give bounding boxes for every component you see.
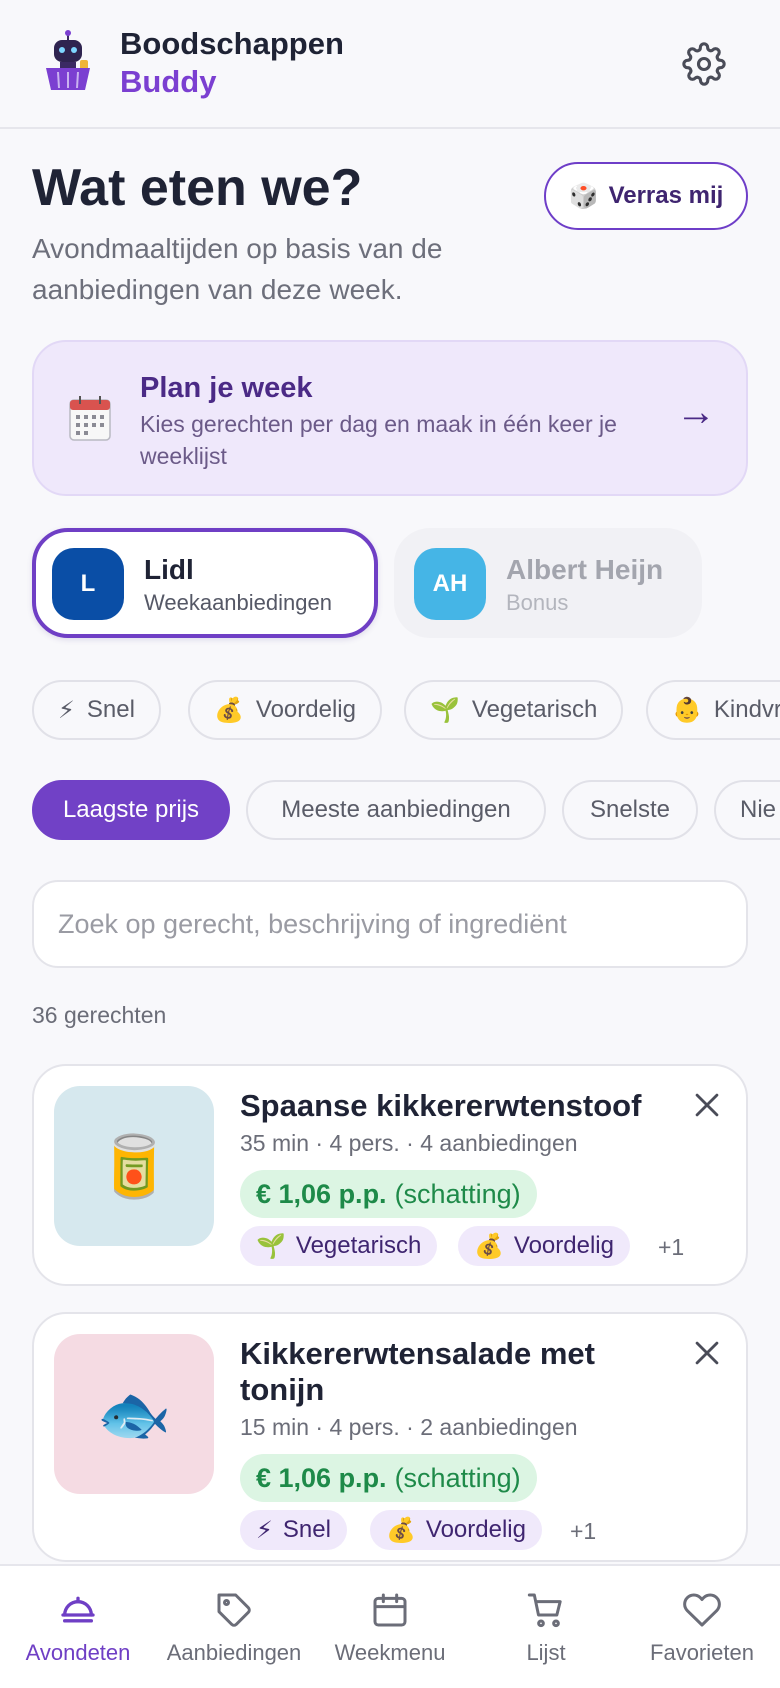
bottom-tab-bar: Avondeten Aanbiedingen Weekmenu Lijst Fa… bbox=[0, 1564, 780, 1688]
robot-basket-logo-icon bbox=[46, 30, 90, 90]
plan-week-description: Kies gerechten per dag en maak in één ke… bbox=[140, 411, 617, 469]
price-value: € 1,06 p.p. bbox=[256, 1178, 387, 1209]
arrow-right-icon: → bbox=[676, 390, 716, 434]
dice-icon: 🎲 bbox=[568, 182, 599, 210]
store-name: Albert Heijn bbox=[506, 554, 664, 585]
sort-option-nieuwste[interactable]: Nie bbox=[714, 780, 780, 840]
recipe-meta: 15 min · 4 pers. · 2 aanbiedingen bbox=[240, 1414, 578, 1440]
tab-label: Aanbiedingen bbox=[166, 1640, 302, 1665]
surprise-me-label: Verras mij bbox=[608, 182, 724, 209]
store-name: Lidl bbox=[144, 554, 194, 585]
page-title: Wat eten we? bbox=[32, 159, 363, 217]
filter-chip-snel[interactable]: ⚡ Snel bbox=[32, 680, 161, 740]
lightning-icon: ⚡ bbox=[256, 1516, 273, 1544]
seedling-icon: 🌱 bbox=[256, 1232, 286, 1260]
price-note: (schatting) bbox=[394, 1462, 521, 1493]
recipe-tag: 💰 Voordelig bbox=[370, 1510, 542, 1550]
store-option-albert-heijn[interactable]: AH Albert Heijn Bonus bbox=[394, 528, 702, 638]
filter-chip-label: Voordelig bbox=[255, 696, 356, 723]
cart-icon bbox=[527, 1593, 562, 1628]
plan-week-title: Plan je week bbox=[140, 372, 313, 404]
close-icon[interactable] bbox=[690, 1088, 724, 1122]
filter-chip-label: Kindvr bbox=[713, 696, 780, 723]
recipe-thumbnail-fish-icon: 🐟 bbox=[54, 1334, 214, 1494]
recipe-tag: ⚡ Snel bbox=[240, 1510, 347, 1550]
results-count: 36 gerechten bbox=[32, 1002, 167, 1028]
calendar-icon bbox=[373, 1593, 407, 1627]
store-option-lidl[interactable]: L Lidl Weekaanbiedingen bbox=[32, 528, 378, 638]
recipe-tag-label: Vegetarisch bbox=[295, 1232, 422, 1259]
gear-icon[interactable] bbox=[682, 42, 726, 86]
recipe-card[interactable]: 🐟 Kikkererwtensalade met tonijn 15 min ·… bbox=[32, 1312, 748, 1562]
filter-chip-voordelig[interactable]: 💰 Voordelig bbox=[188, 680, 382, 740]
sort-option-snelste[interactable]: Snelste bbox=[562, 780, 698, 840]
recipe-tag: 💰 Voordelig bbox=[458, 1226, 630, 1266]
tab-favorieten[interactable]: Favorieten bbox=[624, 1566, 780, 1688]
money-bag-icon: 💰 bbox=[214, 696, 244, 724]
ah-logo-badge: AH bbox=[414, 548, 486, 620]
recipe-tag: 🌱 Vegetarisch bbox=[240, 1226, 438, 1266]
filter-chip-label: Vegetarisch bbox=[471, 696, 598, 723]
recipe-tag-label: Voordelig bbox=[513, 1232, 614, 1259]
page-subtitle: Avondmaaltijden op basis van de aanbiedi… bbox=[32, 233, 443, 305]
lidl-logo-badge: L bbox=[52, 548, 124, 620]
tab-label: Favorieten bbox=[650, 1640, 754, 1665]
tab-aanbiedingen[interactable]: Aanbiedingen bbox=[156, 1566, 312, 1688]
price-badge: € 1,06 p.p. (schatting) bbox=[240, 1454, 537, 1502]
price-badge: € 1,06 p.p. (schatting) bbox=[240, 1170, 537, 1218]
tab-label: Avondeten bbox=[25, 1640, 131, 1665]
more-tags-count: +1 bbox=[658, 1234, 685, 1260]
recipe-meta: 35 min · 4 pers. · 4 aanbiedingen bbox=[240, 1130, 578, 1156]
recipe-card[interactable]: 🥫 Spaanse kikkererwtenstoof 35 min · 4 p… bbox=[32, 1064, 748, 1286]
close-icon[interactable] bbox=[690, 1336, 724, 1370]
plan-week-card[interactable]: Plan je week Kies gerechten per dag en m… bbox=[32, 340, 748, 496]
price-note: (schatting) bbox=[394, 1178, 521, 1209]
filter-chip-vegetarisch[interactable]: 🌱 Vegetarisch bbox=[404, 680, 624, 740]
price-value: € 1,06 p.p. bbox=[256, 1462, 387, 1493]
baby-icon: 👶 bbox=[672, 696, 702, 724]
tab-label: Weekmenu bbox=[334, 1640, 446, 1665]
store-subtitle: Weekaanbiedingen bbox=[144, 590, 332, 615]
store-subtitle: Bonus bbox=[506, 590, 569, 615]
surprise-me-button[interactable]: 🎲 Verras mij bbox=[544, 162, 748, 230]
brand-title: Boodschappen bbox=[120, 26, 344, 61]
dinner-icon bbox=[61, 1596, 95, 1623]
tab-label: Lijst bbox=[526, 1640, 566, 1665]
lightning-icon: ⚡ bbox=[58, 696, 75, 724]
heart-icon bbox=[683, 1593, 721, 1627]
money-bag-icon: 💰 bbox=[474, 1232, 504, 1260]
tag-icon bbox=[217, 1593, 251, 1627]
money-bag-icon: 💰 bbox=[386, 1516, 416, 1544]
recipe-title: Spaanse kikkererwtenstoof bbox=[240, 1088, 642, 1123]
app-header: Boodschappen Buddy bbox=[0, 0, 780, 129]
tab-avondeten[interactable]: Avondeten bbox=[0, 1566, 156, 1688]
sort-option-meeste-aanbiedingen[interactable]: Meeste aanbiedingen bbox=[246, 780, 546, 840]
filter-chip-label: Snel bbox=[86, 696, 135, 723]
brand-subtitle: Buddy bbox=[120, 64, 217, 99]
recipe-thumbnail-can-icon: 🥫 bbox=[54, 1086, 214, 1246]
tab-lijst[interactable]: Lijst bbox=[468, 1566, 624, 1688]
tab-weekmenu[interactable]: Weekmenu bbox=[312, 1566, 468, 1688]
seedling-icon: 🌱 bbox=[430, 696, 460, 724]
filter-chip-kindvriendelijk[interactable]: 👶 Kindvr bbox=[646, 680, 780, 740]
recipe-tag-label: Voordelig bbox=[425, 1516, 526, 1543]
recipe-title: Kikkererwtensalade met tonijn bbox=[240, 1336, 595, 1407]
calendar-icon bbox=[69, 396, 111, 441]
search-input[interactable] bbox=[32, 880, 748, 968]
sort-option-laagste-prijs[interactable]: Laagste prijs bbox=[32, 780, 230, 840]
recipe-tag-label: Snel bbox=[282, 1516, 331, 1543]
more-tags-count: +1 bbox=[570, 1518, 597, 1544]
